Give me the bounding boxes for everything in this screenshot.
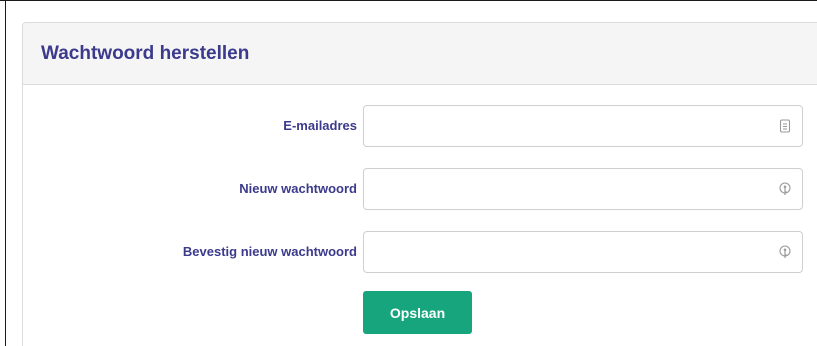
save-button[interactable]: Opslaan [363,291,472,334]
new-password-label: Nieuw wachtwoord [239,181,357,196]
email-row: E-mailadres [23,105,817,147]
confirm-password-row: Bevestig nieuw wachtwoord [23,231,817,273]
panel-heading: Wachtwoord herstellen [23,23,817,85]
new-password-row: Nieuw wachtwoord [23,168,817,210]
window-top-border [0,0,817,1]
panel-title: Wachtwoord herstellen [41,42,250,64]
email-label: E-mailadres [283,118,357,133]
contact-card-icon [779,119,791,133]
reset-password-panel: Wachtwoord herstellen E-mailadres Nieuw … [22,22,817,346]
window-left-border [5,0,6,346]
page: Wachtwoord herstellen E-mailadres Nieuw … [0,0,817,346]
key-icon [779,245,791,258]
key-icon [779,182,791,195]
new-password-field[interactable] [374,170,768,210]
confirm-password-label: Bevestig nieuw wachtwoord [182,244,357,259]
confirm-password-input-wrapper[interactable] [363,231,803,273]
new-password-input-wrapper[interactable] [363,168,803,210]
confirm-password-field[interactable] [374,233,768,273]
email-input-wrapper[interactable] [363,105,803,147]
email-field[interactable] [374,107,768,147]
